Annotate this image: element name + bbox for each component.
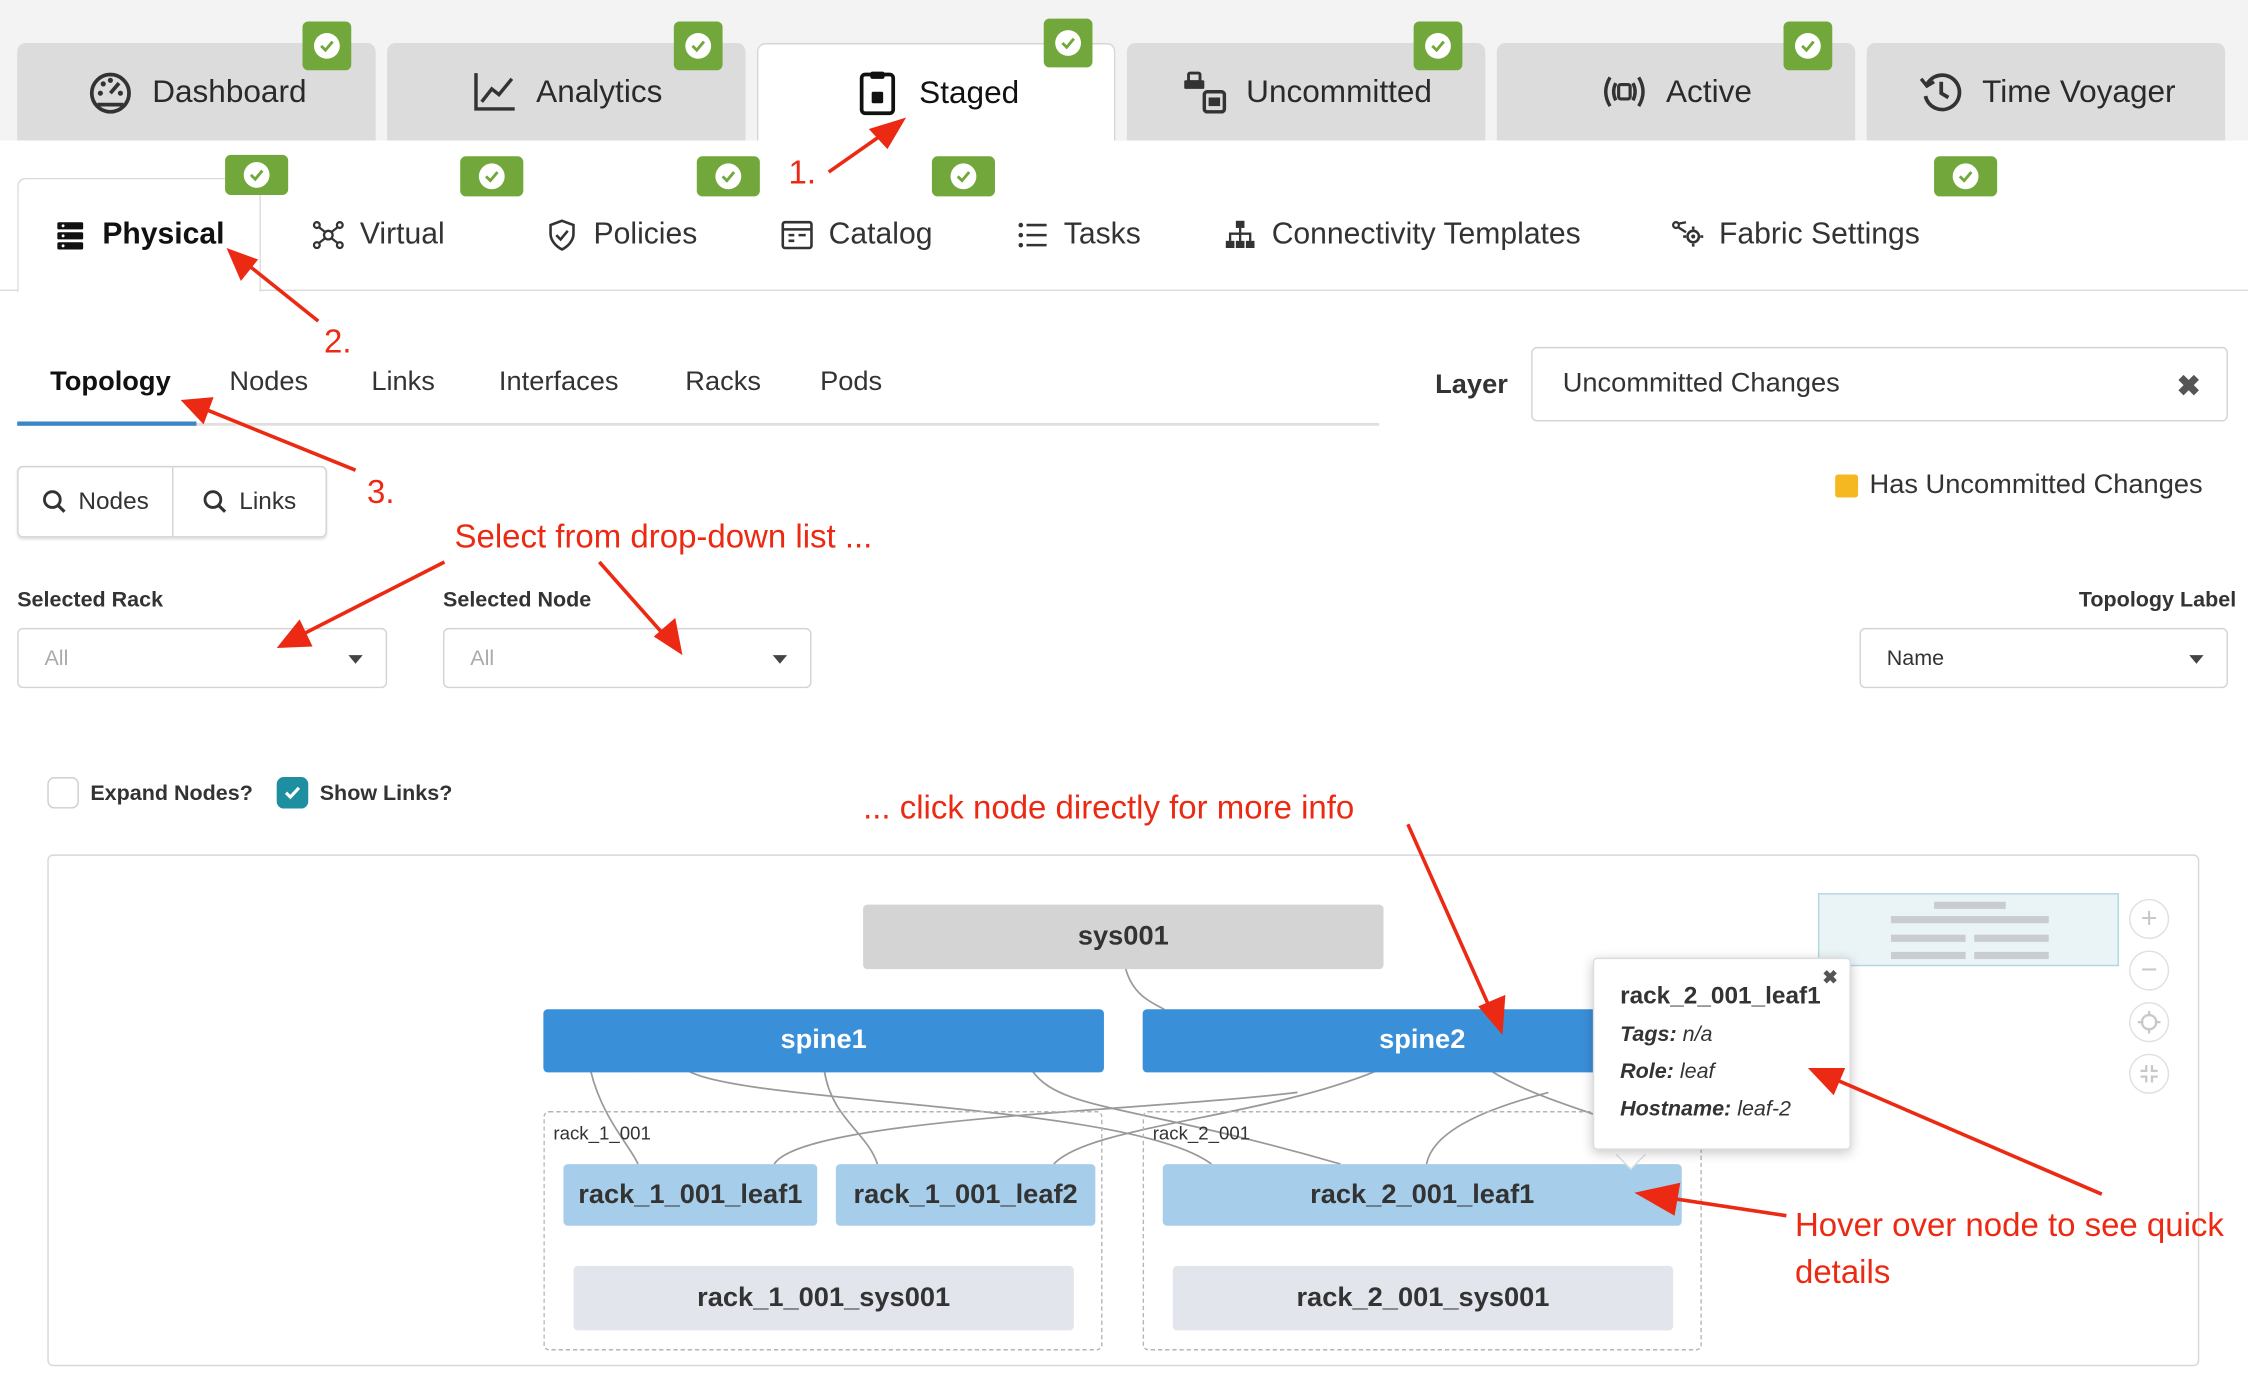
annotation-click-node: ... click node directly for more info (863, 788, 1355, 826)
node-spine1[interactable]: spine1 (543, 1009, 1104, 1073)
crosshair-icon (2137, 1010, 2161, 1034)
role-value: leaf (1679, 1059, 1715, 1084)
node-rack-2-001-leaf1[interactable]: rack_2_001_leaf1 (1162, 1164, 1682, 1226)
topology-links (589, 967, 1607, 1165)
annotation-dropdown: Select from drop-down list ... (454, 517, 873, 555)
rack-label: rack_1_001 (553, 1122, 651, 1145)
fit-button[interactable] (2129, 1053, 2170, 1094)
node-sys001[interactable]: sys001 (863, 904, 1384, 970)
tooltip-title: rack_2_001_leaf1 (1620, 982, 1821, 1010)
topology-minimap[interactable] (1817, 893, 2120, 967)
hostname-label: Hostname: (1620, 1096, 1732, 1122)
recenter-button[interactable] (2129, 1002, 2170, 1043)
node-rack-2-001-sys001[interactable]: rack_2_001_sys001 (1172, 1265, 1674, 1331)
hostname-value: leaf-2 (1737, 1096, 1792, 1122)
node-rack-1-001-sys001[interactable]: rack_1_001_sys001 (573, 1265, 1074, 1331)
annotation-hover: Hover over node to see quick details (1794, 1205, 2224, 1291)
node-rack-1-001-leaf1[interactable]: rack_1_001_leaf1 (563, 1164, 818, 1226)
node-rack-1-001-leaf2[interactable]: rack_1_001_leaf2 (835, 1164, 1096, 1226)
annotation-step-1: 1. (788, 153, 817, 191)
rack-label: rack_2_001 (1152, 1122, 1251, 1145)
tags-label: Tags: (1620, 1022, 1677, 1047)
node-tooltip: ✖ rack_2_001_leaf1 Tags: n/a Role: leaf … (1592, 957, 1851, 1150)
compress-icon (2140, 1065, 2158, 1083)
minimap-preview (1891, 901, 2049, 960)
tooltip-hostname: Hostname: leaf-2 (1620, 1097, 1849, 1121)
zoom-in-button[interactable]: + (2129, 898, 2170, 940)
tooltip-tags: Tags: n/a (1620, 1022, 1849, 1046)
close-icon[interactable]: ✖ (1822, 966, 1838, 989)
annotation-step-3: 3. (367, 473, 395, 511)
app-frame: Dashboard Analytics Staged Uncommitted A… (0, 0, 2248, 1382)
tags-value: n/a (1682, 1022, 1713, 1047)
role-label: Role: (1620, 1059, 1674, 1084)
tooltip-role: Role: leaf (1620, 1059, 1849, 1083)
annotation-step-2: 2. (324, 322, 352, 360)
zoom-out-button[interactable]: − (2129, 950, 2170, 991)
